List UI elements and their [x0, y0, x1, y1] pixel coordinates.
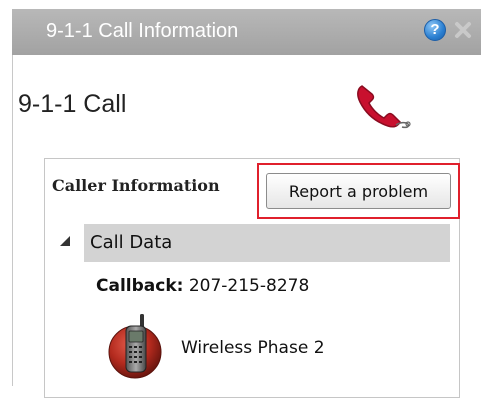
window-title: 9-1-1 Call Information [46, 20, 239, 42]
help-icon[interactable]: ? [424, 19, 446, 41]
close-icon[interactable] [452, 19, 474, 41]
connection-type: Wireless Phase 2 [181, 338, 325, 358]
wireless-phone-icon [108, 314, 162, 379]
callback-label: Callback: [96, 276, 184, 296]
report-problem-button[interactable]: Report a problem [266, 173, 451, 209]
callback-row: Callback: 207-215-8278 [96, 276, 309, 296]
caller-information-title: Caller Information [52, 176, 220, 195]
collapse-triangle-icon[interactable] [60, 236, 70, 246]
window-titlebar: 9-1-1 Call Information ? [12, 9, 481, 55]
call-data-title: Call Data [90, 232, 173, 253]
phone-handset-icon [357, 85, 411, 129]
callback-number: 207-215-8278 [188, 276, 310, 296]
call-heading: 9-1-1 Call [18, 90, 127, 118]
